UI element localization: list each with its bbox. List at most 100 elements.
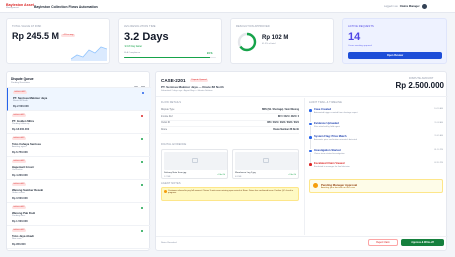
audit-item-title: Case Created — [314, 108, 332, 111]
stat-caption: AVG RESOLUTION TIME — [124, 25, 156, 28]
audit-item: Evidence Uploaded Files attached by field… — [309, 121, 443, 136]
audit-item-time: 01:10 PM — [434, 148, 443, 151]
sort-icon[interactable] — [141, 77, 145, 90]
detail-row: Route Route Number 88 North — [161, 128, 299, 134]
clock-icon — [313, 183, 318, 188]
queue-item-sub: Under review — [12, 192, 25, 194]
queue-item[interactable]: HIGH LIMIT PT. Golden Mitra Pending follow… — [7, 111, 151, 134]
audit-item-time: 02:30 PM — [434, 162, 443, 164]
brand-sub: Management — [6, 7, 19, 9]
image-icon — [192, 158, 198, 163]
stat-active: ACTIVE REQUESTS 14 Cases awaiting approv… — [342, 18, 447, 64]
evidence-tag: • File Ok — [217, 174, 225, 176]
queue-item[interactable]: HIGH LIMIT Warung Pak Dodi Pending docs Rp … — [7, 203, 151, 226]
evidence-name: Warehouse Log 2.jpg — [235, 172, 256, 174]
detail-key: Route — [161, 128, 168, 131]
user-avatar[interactable] — [421, 4, 427, 9]
detail-row: Outlet ID INV / 0021 / 2024 / 0022 / 0021 — [161, 121, 299, 127]
detail-key: Invoice Ref — [161, 115, 173, 118]
status-dot — [141, 115, 144, 118]
stat-value: Rp 245.5 M — [12, 31, 60, 41]
timeline-line — [310, 139, 311, 149]
evidence-card[interactable]: Warehouse Log 2.jpg 0.8 MB • File Ok — [232, 149, 299, 179]
sla-label: SLA Compliance — [124, 52, 141, 54]
stat-approval: RESOLUTION APPROVED Rp 102 M 41.5% of to… — [230, 18, 334, 64]
reject-button[interactable]: Reject Claim — [368, 239, 398, 246]
user-role: Claims Manager — [399, 5, 420, 8]
note-title: AGENT NOTES — [161, 182, 181, 185]
audit-item: Case Created Automated trigger created fr… — [309, 108, 443, 122]
queue-list: HIGH LIMIT PT. Sentosa Makmur Jaya Route 8… — [7, 88, 151, 250]
evidence-list: Delivery Note Scan.jpg 1.2 MB • File Ok War… — [161, 149, 299, 179]
queue-item[interactable]: HIGH LIMIT Warung Sumber Rezeki Under revi… — [7, 180, 151, 203]
queue-item-badge: HIGH LIMIT — [13, 91, 28, 95]
audit-item-time: 11:03 AM — [434, 121, 443, 124]
queue-title: Dispute Queue — [11, 77, 34, 81]
warning-icon — [164, 190, 167, 193]
case-id: CASE-2201 — [161, 78, 186, 83]
queue-item[interactable]: HIGH LIMIT Toko Jaya Abadi New case Rp 950.… — [7, 226, 151, 249]
queue-subtitle: Pending Resolution — [11, 82, 30, 84]
image-icon — [263, 158, 269, 163]
detail-row: Invoice Ref INV / 0021 / 2024 / 0 — [161, 115, 299, 121]
case-status-badge: Dispute Opened — [190, 79, 209, 83]
user-text: Logged in as — [384, 5, 398, 8]
queue-item[interactable]: HIGH LIMIT PT. Sentosa Makmur Jaya Route 8… — [7, 88, 151, 111]
amount-caption: DISPUTE AMOUNT — [409, 77, 434, 80]
queue-item-amount: Rp 6.750.000 — [12, 151, 28, 154]
queue-item-sub: Route 88 North — [13, 100, 28, 102]
audit-item-sub: Escalated to manager for final decision — [314, 166, 350, 168]
stat-value: 14 — [348, 31, 361, 43]
audit-item-sub: Files attached by field agent — [314, 125, 340, 128]
case-header-divider — [156, 96, 448, 97]
approve-button[interactable]: Approve & Write-off — [401, 239, 444, 246]
agent-note-text: Customer refused to pay full amount. Cla… — [168, 189, 294, 195]
user-info[interactable]: Logged in as Claims Manager — [384, 4, 427, 9]
dispute-queue-panel: Dispute Queue Pending Resolution HIGH LI… — [6, 71, 151, 251]
app-title: Bayleston Collection Flows Automation — [34, 4, 98, 9]
queue-item[interactable]: HIGH LIMIT Hapemart Grosir Verification Rp … — [7, 157, 151, 180]
timeline-line — [310, 152, 311, 163]
status-dot — [142, 92, 145, 95]
timeline-line — [310, 125, 311, 136]
queue-item-sub: Pending follow-up — [12, 123, 30, 125]
audit-item-sub: Automated trigger created from shortage … — [314, 112, 358, 114]
queue-item-badge: HIGH LIMIT — [12, 160, 27, 164]
detail-value: INV / 0021 / 2024 / 0 — [277, 115, 299, 118]
case-company: PT. Sentosa Makmur Jaya — Route 88 North — [161, 85, 224, 89]
detail-key: Outlet ID — [161, 122, 171, 124]
stat-sub: Cases awaiting approval — [348, 45, 372, 47]
stat-mini-chart — [71, 41, 107, 61]
stat-badge: +1% vs avg — [61, 34, 75, 38]
audit-item-sub: Claims team started investigation — [314, 152, 345, 155]
audit-item-title: Escalated Claim Viewed — [314, 162, 345, 165]
brand-logo[interactable]: Bayleston Asset Management — [6, 3, 34, 9]
detail-value: INV / 0021 / 2024 / 0022 / 0021 — [267, 122, 299, 124]
queue-item-amount: Rp 1.500.000 — [12, 220, 28, 223]
stat-total-value: TOTAL VALUE AT RISK Rp 245.5 M +1% vs av… — [6, 18, 110, 64]
audit-item: Investigation Started Claims team started… — [309, 148, 443, 163]
audit-item-time: 11:45 AM — [434, 135, 443, 137]
queue-item-badge: HIGH LIMIT — [12, 206, 27, 210]
stat-caption: RESOLUTION APPROVED — [236, 25, 270, 28]
case-detail-panel: CASE-2201 Dispute Opened PT. Sentosa Mak… — [155, 71, 448, 251]
footer-divider — [156, 236, 448, 237]
audit-item-title: Investigation Started — [314, 148, 341, 152]
evidence-card[interactable]: Delivery Note Scan.jpg 1.2 MB • File Ok — [161, 149, 228, 179]
audit-item: Escalated Claim Viewed Escalated to manag… — [309, 162, 443, 174]
case-amount: Rp 2.500.000 — [395, 81, 444, 90]
queue-item-sub: Verification — [12, 169, 23, 171]
pending-sub: Awaiting your decision on this case — [321, 187, 356, 189]
open-review-button[interactable]: Open Review — [348, 52, 442, 59]
timeline-dot — [309, 163, 312, 166]
filter-icon[interactable] — [134, 77, 138, 90]
queue-item[interactable]: HIGH LIMIT Toko Cahaya Sentosa Awaiting ag… — [7, 134, 151, 157]
audit-title: AUDIT TRAIL & TIMELINE — [309, 101, 342, 104]
audit-item-title: Evidence Uploaded — [314, 121, 339, 125]
sla-progress — [124, 57, 216, 59]
queue-item-badge: HIGH LIMIT — [12, 137, 27, 141]
queue-item-amount: Rp 18.000.000 — [12, 128, 30, 131]
status-dot — [141, 207, 144, 210]
stat-delta: ▼0.8 Day faster — [124, 45, 143, 48]
queue-item-badge: HIGH LIMIT — [12, 114, 27, 118]
